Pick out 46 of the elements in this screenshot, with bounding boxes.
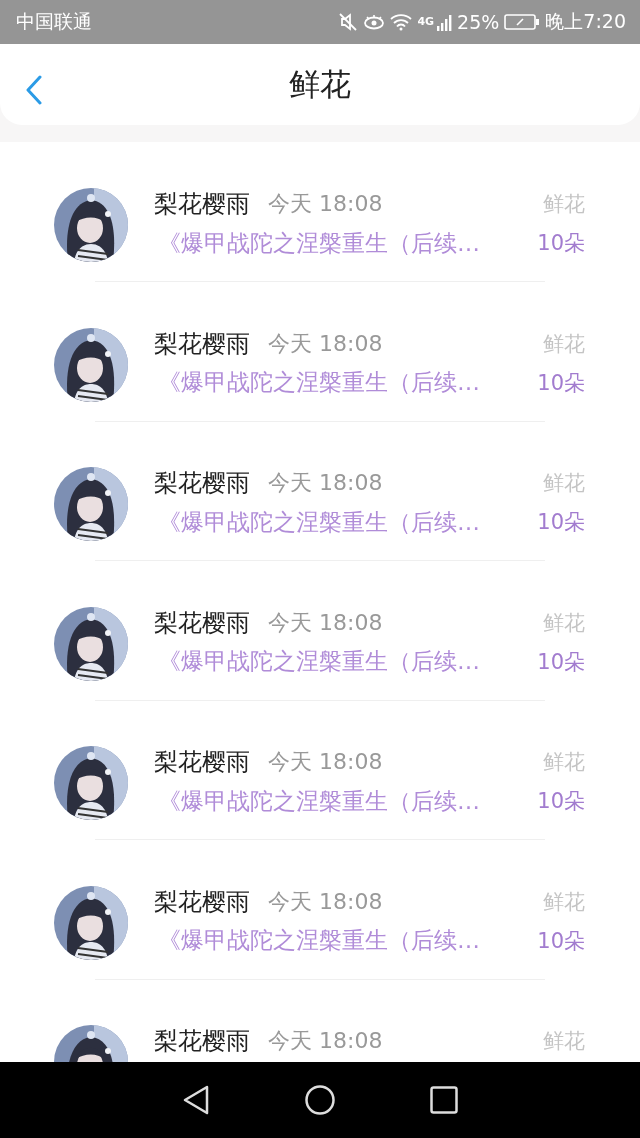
gift-type: 鲜花 xyxy=(543,191,585,218)
gift-time: 今天 18:08 xyxy=(268,329,383,358)
book-title[interactable]: 《爆甲战陀之涅槃重生（后续… xyxy=(158,925,480,956)
gift-count: 10朵 xyxy=(537,230,585,257)
gift-time: 今天 18:08 xyxy=(268,190,383,218)
gift-type: 鲜花 xyxy=(543,609,585,637)
gift-time: 今天 18:08 xyxy=(268,469,383,497)
sender-name: 梨花樱雨 xyxy=(154,1026,250,1057)
signal-icon xyxy=(436,13,453,31)
gift-time: 今天 18:08 xyxy=(268,608,383,637)
battery-icon xyxy=(504,13,541,31)
eye-icon xyxy=(363,14,386,30)
gift-type: 鲜花 xyxy=(543,888,585,916)
gift-count: 10朵 xyxy=(537,648,585,676)
gift-type: 鲜花 xyxy=(543,1028,585,1055)
sender-name: 梨花樱雨 xyxy=(154,468,250,499)
home-icon[interactable] xyxy=(305,1085,335,1115)
recents-icon[interactable] xyxy=(429,1086,458,1114)
sender-name: 梨花樱雨 xyxy=(154,747,250,778)
network-label: 4G xyxy=(417,15,435,28)
wifi-icon xyxy=(390,13,413,31)
gift-count: 10朵 xyxy=(537,788,585,815)
clock: 晚上7:20 xyxy=(545,9,626,34)
mute-icon xyxy=(338,12,359,32)
carrier-name: 中国联通 xyxy=(16,9,92,34)
back-icon[interactable] xyxy=(182,1085,211,1115)
book-title[interactable]: 《爆甲战陀之涅槃重生（后续… xyxy=(158,367,480,398)
book-title[interactable]: 《爆甲战陀之涅槃重生（后续… xyxy=(158,646,480,677)
gift-count: 10朵 xyxy=(537,927,585,955)
sender-name: 梨花樱雨 xyxy=(154,607,250,639)
battery-percent: 25% xyxy=(457,11,500,33)
sender-name: 梨花樱雨 xyxy=(154,189,250,220)
page-title: 鲜花 xyxy=(289,64,351,104)
sender-name: 梨花樱雨 xyxy=(154,328,250,360)
gift-time: 今天 18:08 xyxy=(268,1027,383,1055)
gift-time: 今天 18:08 xyxy=(268,748,383,776)
sender-name: 梨花樱雨 xyxy=(154,886,250,918)
gift-type: 鲜花 xyxy=(543,470,585,497)
book-title[interactable]: 《爆甲战陀之涅槃重生（后续… xyxy=(158,227,480,259)
book-title[interactable]: 《爆甲战陀之涅槃重生（后续… xyxy=(158,506,480,538)
gift-count: 10朵 xyxy=(537,369,585,397)
gift-type: 鲜花 xyxy=(543,330,585,358)
gift-count: 10朵 xyxy=(537,509,585,536)
book-title[interactable]: 《爆甲战陀之涅槃重生（后续… xyxy=(158,785,480,817)
gift-time: 今天 18:08 xyxy=(268,887,383,916)
gift-type: 鲜花 xyxy=(543,749,585,776)
